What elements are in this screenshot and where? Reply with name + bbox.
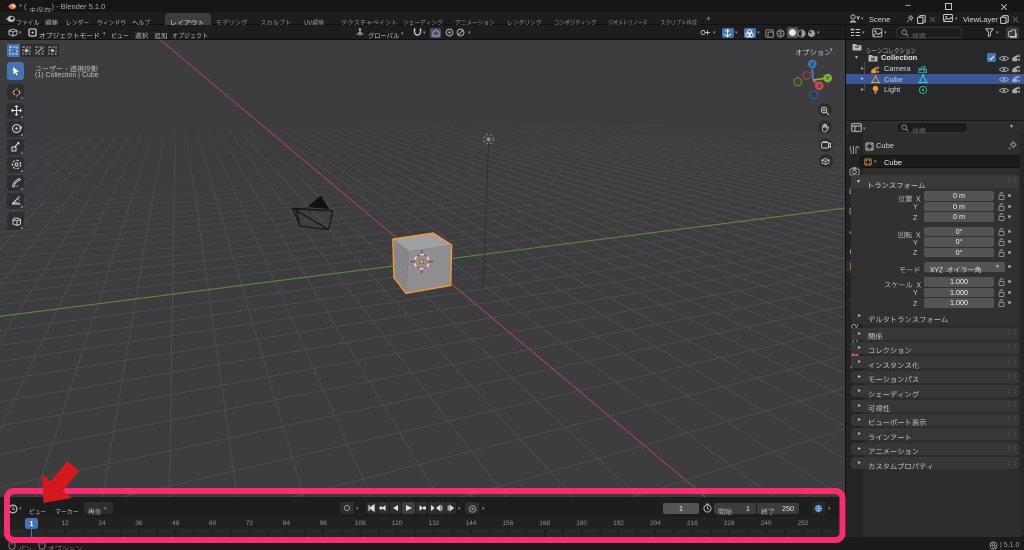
svg-text:Y: Y [825,76,829,82]
svg-text:X: X [817,84,821,90]
